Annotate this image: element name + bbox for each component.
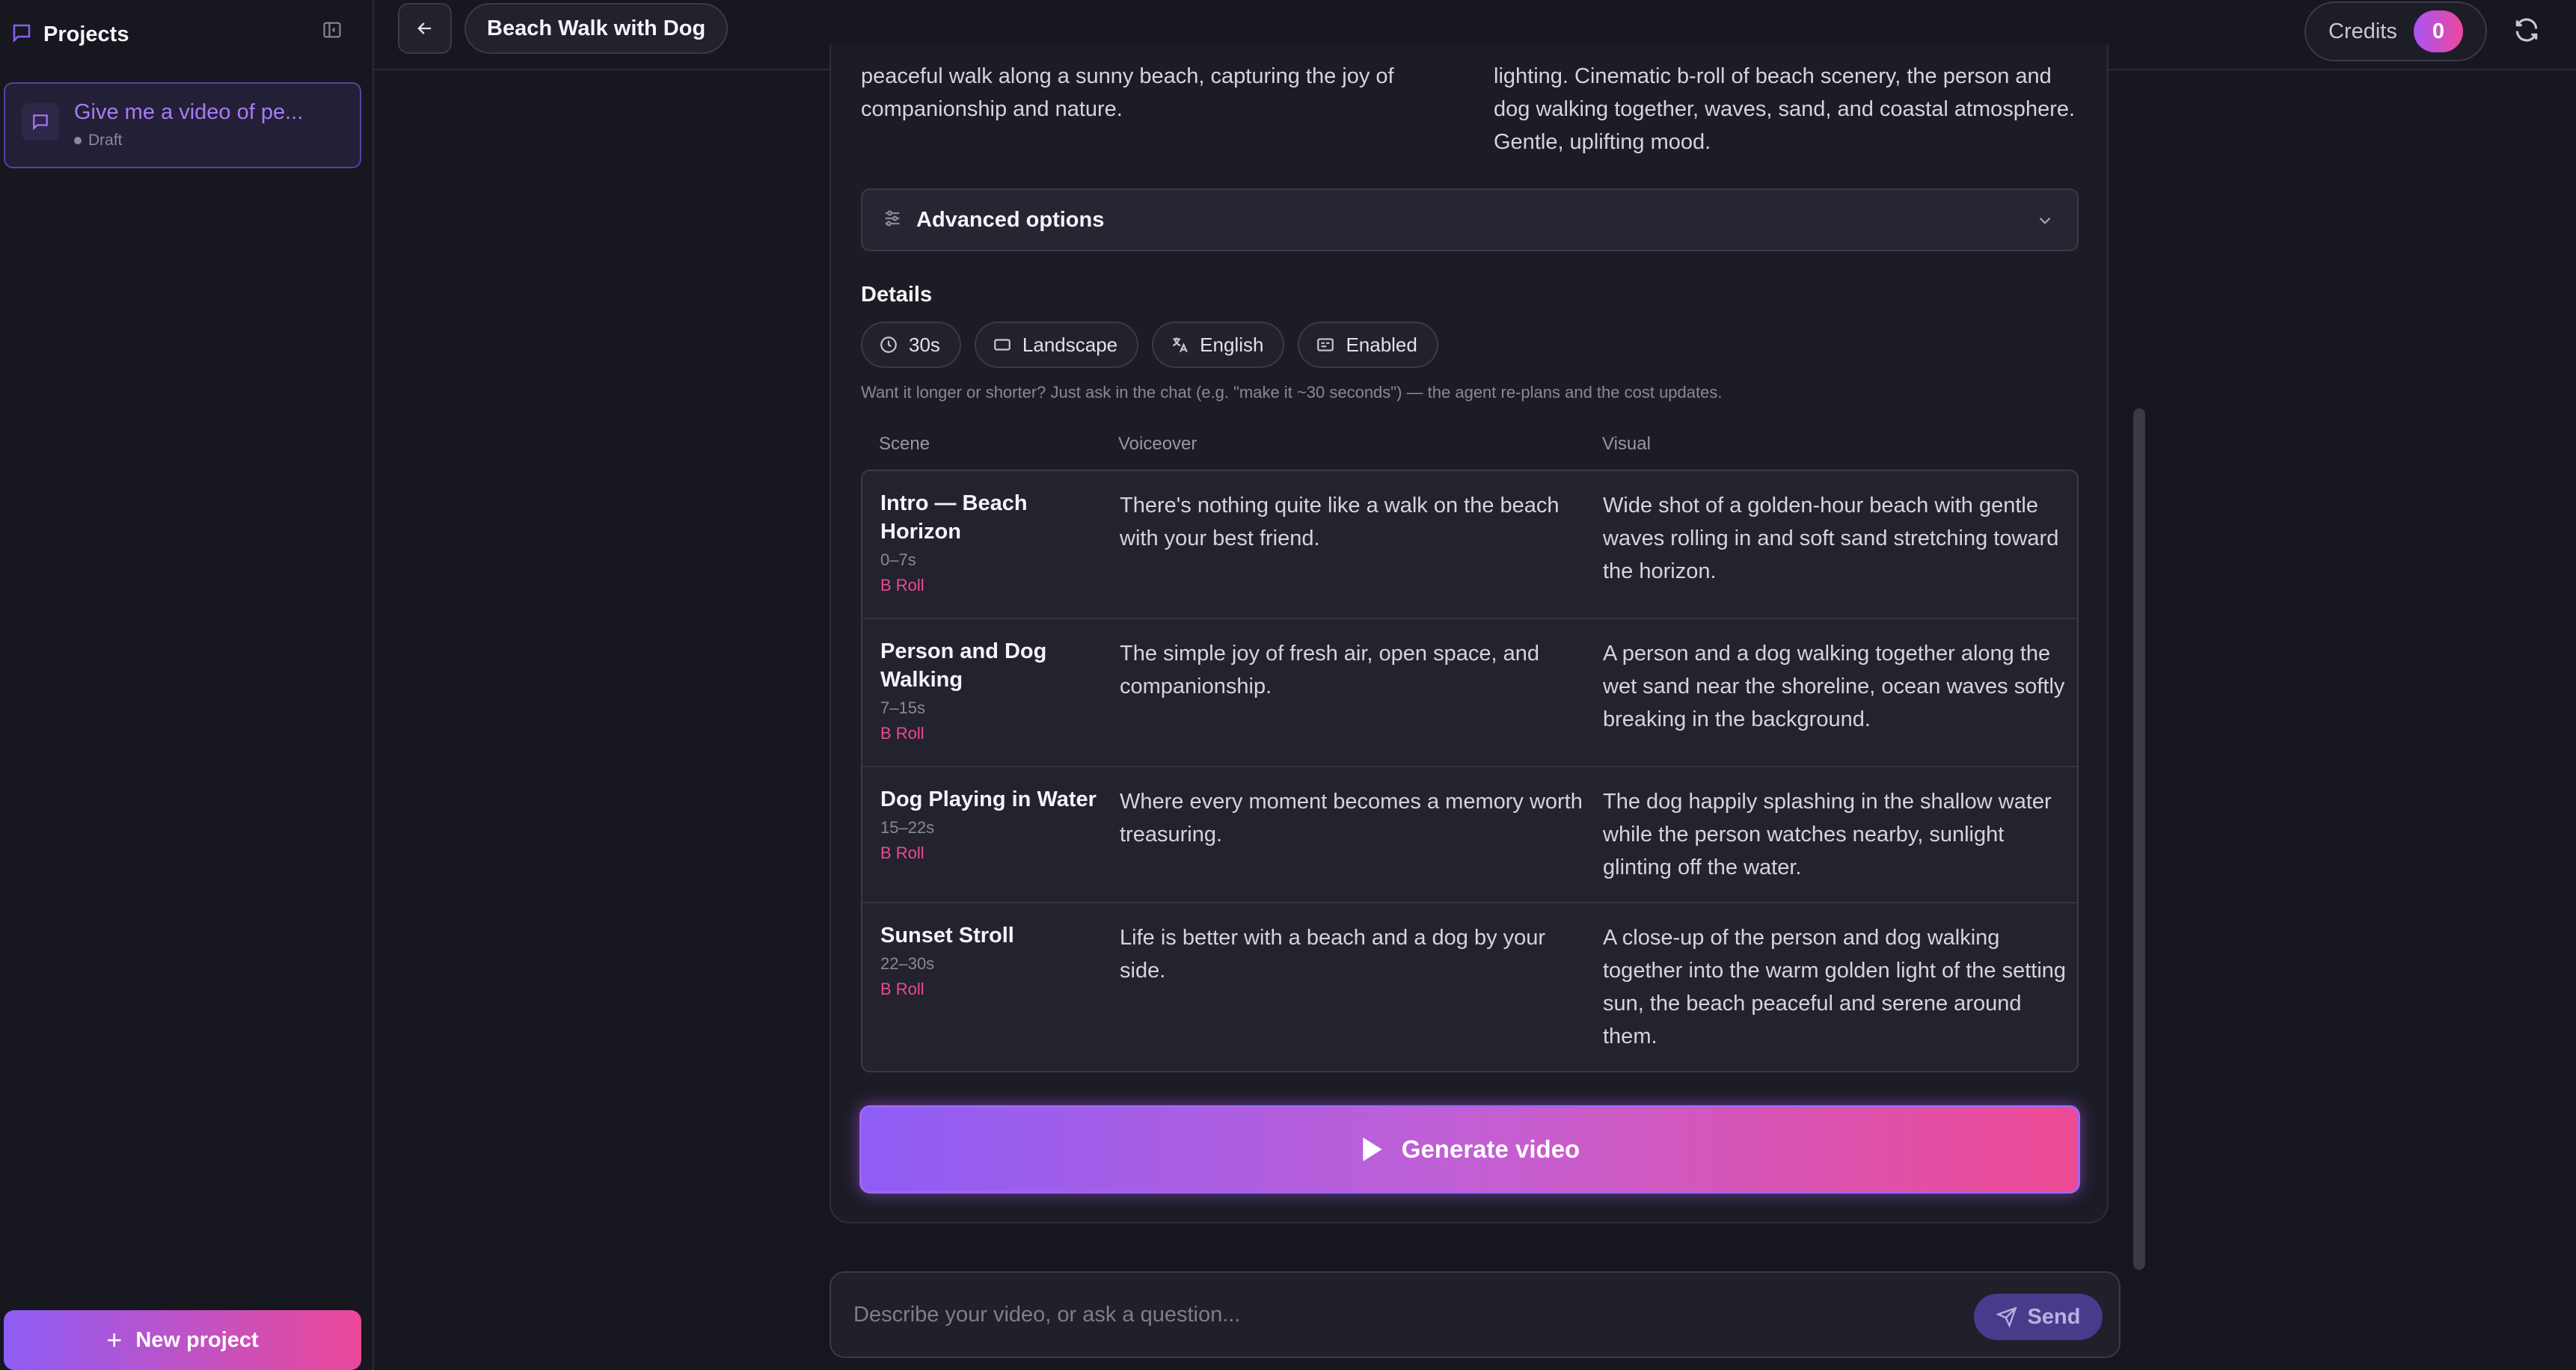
scene-voiceover: The simple joy of fresh air, open space,… [1120, 642, 1539, 698]
duration-chip[interactable]: 30s [861, 322, 961, 368]
details-heading: Details [861, 283, 933, 307]
scene-tag: B Roll [880, 724, 924, 743]
advanced-options-toggle[interactable]: Advanced options [861, 188, 2079, 251]
scene-time: 0–7s [880, 550, 916, 569]
captions-chip[interactable]: Enabled [1298, 322, 1438, 368]
credits-pill[interactable]: Credits 0 [2304, 1, 2487, 61]
project-title[interactable]: Beach Walk with Dog [464, 3, 729, 54]
scene-voiceover: Life is better with a beach and a dog by… [1120, 926, 1546, 983]
details-hint: Want it longer or shorter? Just ask in t… [861, 383, 1723, 402]
project-name: Give me a video of pe... [74, 100, 304, 124]
chat-input[interactable] [853, 1294, 1975, 1336]
scene-visual: Wide shot of a golden-hour beach with ge… [1603, 494, 2059, 583]
sliders-icon [882, 208, 903, 233]
captions-label: Enabled [1346, 333, 1417, 356]
duration-label: 30s [909, 333, 940, 356]
scene-name: Sunset Stroll [880, 924, 1014, 947]
scene-name: Person and Dog Walking [880, 639, 1047, 692]
project-status: Draft [74, 132, 123, 150]
chat-bubble-icon [22, 103, 59, 141]
credits-label: Credits [2328, 19, 2397, 43]
clock-icon [880, 337, 897, 353]
scene-visual: A close-up of the person and dog walking… [1603, 926, 2067, 1048]
generate-video-label: Generate video [1401, 1135, 1580, 1163]
table-row[interactable]: Intro — Beach Horizon 0–7s B Roll There'… [862, 471, 2077, 619]
send-label: Send [2027, 1304, 2081, 1329]
plan-card: peaceful walk along a sunny beach, captu… [829, 45, 2109, 1223]
scene-voiceover: Where every moment becomes a memory wort… [1120, 790, 1583, 847]
scene-voiceover: There's nothing quite like a walk on the… [1120, 494, 1560, 550]
generate-video-button[interactable]: Generate video [859, 1105, 2080, 1194]
sidebar-title: Projects [43, 22, 129, 46]
scene-name: Dog Playing in Water [880, 787, 1097, 811]
credits-badge: 0 [2414, 10, 2463, 52]
scene-tag: B Roll [880, 844, 924, 862]
scrollbar-thumb[interactable] [2133, 408, 2145, 1270]
captions-icon [1317, 338, 1334, 351]
chevron-down-icon [2035, 211, 2055, 234]
project-item[interactable]: Give me a video of pe... Draft [4, 82, 361, 168]
column-header-visual: Visual [1602, 434, 1651, 454]
details-chips: 30s Landscape English Enabled [861, 322, 1438, 368]
chat-bubble-icon [10, 22, 33, 48]
column-header-voiceover: Voiceover [1118, 434, 1197, 454]
landscape-icon [994, 339, 1011, 351]
app-root: Projects Give me a video of pe... Draft … [0, 0, 2576, 1370]
chat-composer: Send [829, 1271, 2120, 1358]
collapse-sidebar-icon[interactable] [319, 16, 346, 43]
orientation-label: Landscape [1022, 333, 1118, 356]
scene-name: Intro — Beach Horizon [880, 491, 1028, 544]
back-button[interactable] [398, 3, 452, 54]
table-row[interactable]: Dog Playing in Water 15–22s B Roll Where… [862, 767, 2077, 903]
description-left: peaceful walk along a sunny beach, captu… [861, 64, 1394, 121]
new-project-button[interactable]: + New project [4, 1310, 361, 1370]
sidebar-header: Projects [0, 0, 372, 69]
scene-visual: The dog happily splashing in the shallow… [1603, 790, 2052, 879]
orientation-chip[interactable]: Landscape [974, 322, 1139, 368]
language-chip[interactable]: English [1152, 322, 1285, 368]
scene-tag: B Roll [880, 980, 924, 998]
scene-tag: B Roll [880, 576, 924, 595]
play-icon [1363, 1137, 1382, 1161]
plus-icon: + [106, 1324, 123, 1355]
table-row[interactable]: Person and Dog Walking 7–15s B Roll The … [862, 619, 2077, 767]
sidebar: Projects Give me a video of pe... Draft … [0, 0, 374, 1370]
scene-visual: A person and a dog walking together alon… [1603, 642, 2065, 731]
description-right: lighting. Cinematic b-roll of beach scen… [1494, 64, 2076, 154]
scenes-table: Intro — Beach Horizon 0–7s B Roll There'… [861, 470, 2079, 1072]
table-row[interactable]: Sunset Stroll 22–30s B Roll Life is bett… [862, 903, 2077, 1071]
column-header-scene: Scene [879, 434, 930, 454]
language-label: English [1200, 333, 1264, 356]
send-icon [1996, 1306, 2017, 1327]
project-status-label: Draft [88, 132, 123, 149]
scene-time: 15–22s [880, 818, 935, 837]
scene-time: 22–30s [880, 954, 935, 973]
new-project-label: New project [135, 1327, 259, 1352]
status-dot [74, 137, 82, 144]
advanced-options-label: Advanced options [916, 207, 1105, 232]
translate-icon [1173, 337, 1188, 353]
scene-time: 7–15s [880, 698, 925, 717]
send-button[interactable]: Send [1974, 1294, 2103, 1340]
refresh-icon[interactable] [2509, 12, 2545, 48]
